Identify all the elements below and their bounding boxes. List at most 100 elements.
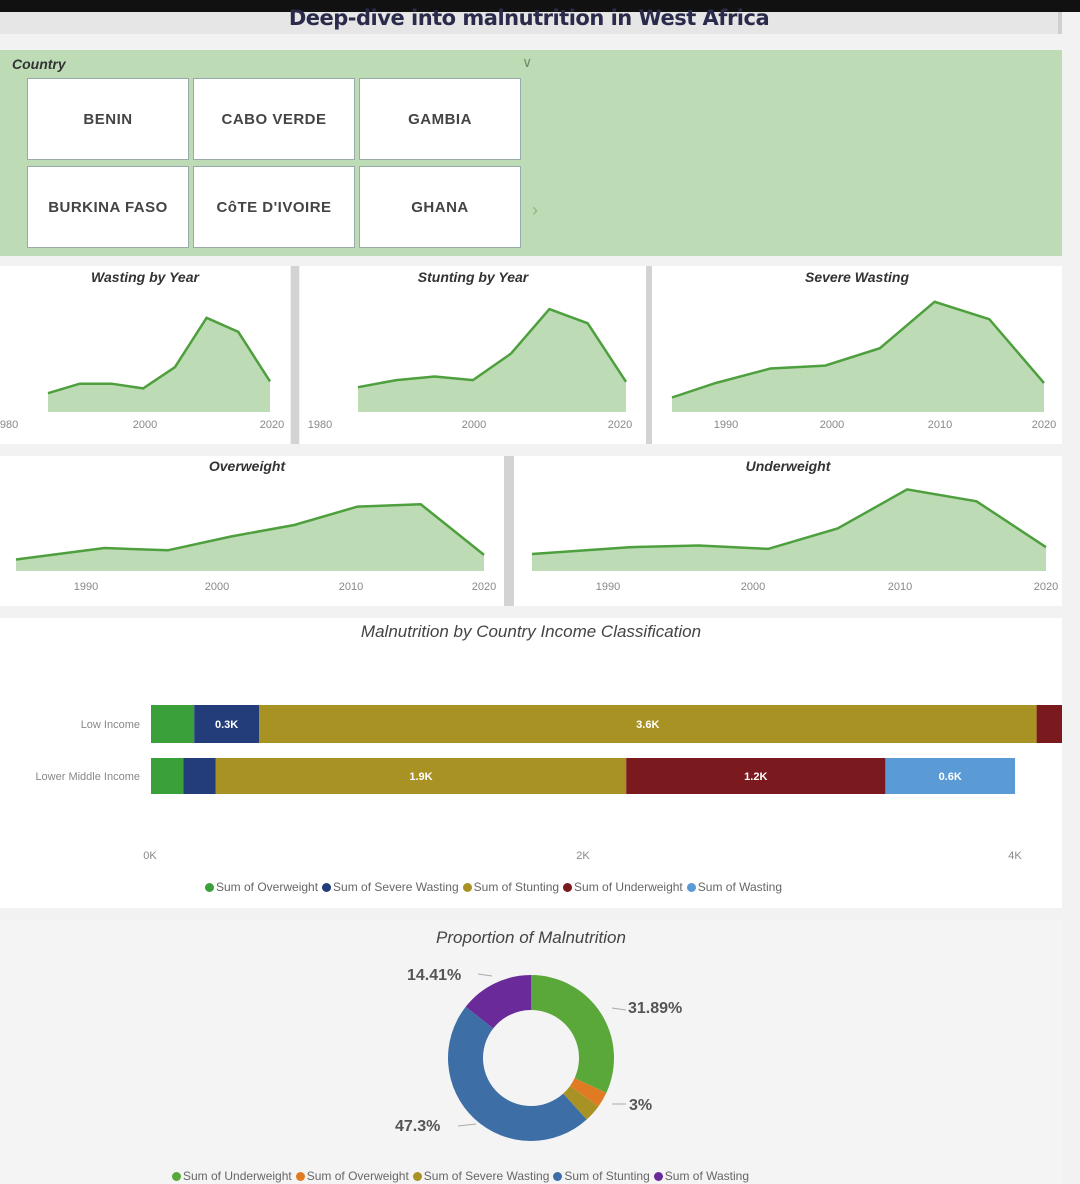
- x-tick-label: 2000: [820, 419, 844, 431]
- severe-wasting-card: Severe Wasting 1990 2000 2010 2020: [652, 266, 1062, 444]
- leader-line: [611, 1007, 627, 1011]
- x-tick-label: 2000: [133, 419, 157, 431]
- x-tick-label: 2000: [205, 581, 229, 593]
- bar-segment: [183, 758, 216, 794]
- x-tick-label: 1990: [714, 419, 738, 431]
- x-tick-label: 1990: [74, 581, 98, 593]
- country-tile-cabo-verde[interactable]: CABO VERDE: [193, 78, 355, 160]
- legend-item[interactable]: Sum of Stunting: [462, 880, 560, 894]
- donut-slice: [531, 975, 614, 1093]
- legend-item[interactable]: Sum of Overweight: [205, 880, 318, 894]
- legend-label: Sum of Underweight: [574, 880, 683, 894]
- income-chart-title: Malnutrition by Country Income Classific…: [360, 622, 702, 641]
- report-title-bar: Deep-dive into malnutrition in West Afri…: [0, 6, 1062, 34]
- category-label: Lower Middle Income: [35, 771, 140, 783]
- x-tick-label: 2000: [462, 419, 486, 431]
- legend-item[interactable]: Sum of Stunting: [553, 1169, 650, 1183]
- wasting-by-year-card: Wasting by Year 198020002020: [0, 266, 290, 444]
- divider: [291, 266, 299, 444]
- legend-label: Sum of Overweight: [216, 880, 319, 894]
- legend-dot: [653, 1172, 663, 1182]
- legend-dot: [686, 883, 696, 893]
- legend-item[interactable]: Sum of Underweight: [172, 1169, 292, 1183]
- severe-wasting-area-chart: 1990 2000 2010 2020: [671, 300, 1056, 431]
- legend-dot: [412, 1172, 422, 1182]
- stunting-by-year-card: Stunting by Year 1980 2000 2020: [300, 266, 646, 444]
- data-label: 0.6K: [939, 771, 962, 783]
- legend-dot: [205, 883, 214, 893]
- legend-item[interactable]: Sum of Severe Wasting: [412, 1169, 549, 1183]
- legend-dot: [322, 883, 332, 893]
- x-tick-label: 2020: [1034, 581, 1058, 593]
- category-label: Low Income: [81, 719, 140, 731]
- underweight-area-chart: 1990 2000 2010 2020: [531, 488, 1058, 593]
- donut-slice: [448, 1006, 587, 1141]
- leader-line: [477, 973, 493, 977]
- country-tile-ghana[interactable]: GHANA: [359, 166, 521, 248]
- underweight-card: Underweight 1990 2000 2010 2020: [514, 456, 1062, 606]
- legend-item[interactable]: Sum of Overweight: [295, 1169, 409, 1183]
- legend-label: Sum of Severe Wasting: [333, 880, 459, 894]
- report-title: Deep-dive into malnutrition in West Afri…: [288, 6, 770, 30]
- x-tick-label: 2020: [472, 581, 496, 593]
- slicer-label: Country: [12, 56, 66, 72]
- bar-segment: [1036, 705, 1062, 743]
- country-tile-gambia[interactable]: GAMBIA: [359, 78, 521, 160]
- data-label: 3.6K: [636, 719, 659, 731]
- country-tile-burkina-faso[interactable]: BURKINA FASO: [27, 166, 189, 248]
- data-label: 1.9K: [409, 771, 432, 783]
- donut-label-stunting: 47.3%: [395, 1118, 441, 1135]
- proportion-donut-chart: [448, 973, 627, 1141]
- chevron-right-icon[interactable]: ›: [532, 200, 538, 221]
- overweight-card: Overweight 1990 2000 2010 2020: [0, 456, 504, 606]
- bar-segment: [151, 705, 195, 743]
- x-tick-label: 2020: [260, 419, 284, 431]
- divider: [504, 456, 514, 606]
- x-tick-label: 2020: [608, 419, 632, 431]
- chevron-down-icon[interactable]: ∨: [522, 54, 532, 71]
- x-tick-label: 2010: [339, 581, 363, 593]
- donut-chart-legend: Sum of Underweight Sum of Overweight Sum o…: [172, 1169, 753, 1183]
- donut-label-underweight: 31.89%: [628, 1000, 683, 1017]
- legend-label: Sum of Wasting: [664, 1169, 750, 1183]
- legend-item[interactable]: Sum of Severe Wasting: [322, 880, 459, 894]
- legend-dot: [563, 883, 573, 893]
- x-tick-label: 4K: [1008, 850, 1022, 862]
- legend-item[interactable]: Sum of Underweight: [563, 880, 683, 894]
- x-tick-label: 2020: [1032, 419, 1056, 431]
- wasting-area-chart: 1980 2000 2020: [0, 316, 284, 431]
- legend-dot: [553, 1172, 563, 1182]
- x-tick-label: 2K: [576, 850, 590, 862]
- income-stacked-bar-chart: Low Income0.3K3.6K2.5K1.1KLower Middle I…: [35, 705, 1062, 862]
- leader-line: [457, 1123, 477, 1127]
- legend-label: Sum of Overweight: [306, 1169, 409, 1183]
- x-tick-label: 2000: [741, 581, 765, 593]
- x-tick-label: 2010: [888, 581, 912, 593]
- legend-label: Sum of Underweight: [183, 1169, 292, 1183]
- area-fill: [358, 309, 626, 412]
- legend-dot: [172, 1172, 181, 1182]
- data-label: 1.2K: [744, 771, 767, 783]
- x-tick-label: 1990: [596, 581, 620, 593]
- country-slicer: Country ∨ BENIN CABO VERDE GAMBIA BURKIN…: [0, 50, 1062, 256]
- country-tile-benin[interactable]: BENIN: [27, 78, 189, 160]
- x-tick-label: 1980: [0, 419, 18, 431]
- legend-dot: [295, 1172, 305, 1182]
- x-tick-label: 0K: [143, 850, 157, 862]
- country-tile-cote-divoire[interactable]: CôTE D'IVOIRE: [193, 166, 355, 248]
- legend-item[interactable]: Sum of Wasting: [686, 880, 782, 894]
- legend-item[interactable]: Sum of Wasting: [653, 1169, 750, 1183]
- stunting-area-chart: 1980 2000 2020: [308, 307, 632, 431]
- legend-label: Sum of Stunting: [473, 880, 560, 894]
- x-tick-label: 2010: [928, 419, 952, 431]
- legend-dot: [462, 883, 472, 893]
- overweight-area-chart: 1990 2000 2010 2020: [15, 503, 496, 593]
- bar-segment: [151, 758, 184, 794]
- x-tick-label: 1980: [308, 419, 332, 431]
- area-fill: [16, 504, 484, 571]
- donut-label-wasting: 14.41%: [407, 967, 462, 984]
- area-fill: [532, 489, 1046, 571]
- legend-label: Sum of Stunting: [564, 1169, 650, 1183]
- income-chart-legend: Sum of Overweight Sum of Severe Wasting Su…: [205, 880, 786, 894]
- donut-label-overweight: 3%: [629, 1097, 653, 1114]
